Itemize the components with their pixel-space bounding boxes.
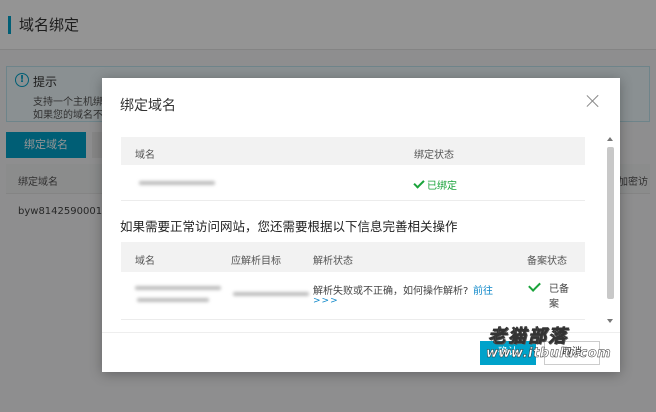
cancel-button[interactable]: 取消	[544, 341, 600, 365]
column-header-domain: 域名	[135, 150, 155, 161]
dialog-footer: 确认 取消	[102, 332, 620, 372]
scroll-down-icon[interactable]	[607, 319, 613, 323]
instruction-text: 如果需要正常访问网站，您还需要根据以下信息完善相关操作	[120, 219, 458, 234]
redacted-domain	[139, 181, 215, 185]
redacted-target	[233, 292, 309, 296]
resolve-info-table: 域名 应解析目标 解析状态 备案状态 解析失败或不正确，如何操作解析? 前往 >…	[121, 242, 585, 320]
table-row: 解析失败或不正确，如何操作解析? 前往 >>> 已备案	[121, 272, 585, 320]
bind-status: 已绑定	[413, 176, 457, 192]
column-header-record-status: 备案状态	[527, 256, 567, 267]
table-header: 域名 应解析目标 解析状态 备案状态	[121, 242, 585, 272]
resolve-status-text: 解析失败或不正确，如何操作解析?	[313, 286, 469, 297]
dialog-title: 绑定域名	[120, 98, 176, 114]
check-icon	[413, 176, 425, 189]
bind-status-table: 域名 绑定状态 已绑定	[121, 137, 585, 201]
column-header-bind-status: 绑定状态	[414, 150, 454, 161]
scrollbar[interactable]	[606, 137, 615, 325]
resolve-guide-arrows[interactable]: >>>	[313, 296, 339, 306]
column-header-target: 应解析目标	[231, 256, 281, 267]
column-header-domain: 域名	[135, 256, 155, 267]
close-icon[interactable]	[584, 92, 602, 110]
bind-domain-dialog: 绑定域名 域名 绑定状态 已绑定 如果需要正常访问网站，您还需要根据以下信息完善…	[102, 78, 620, 372]
scrollbar-thumb[interactable]	[607, 147, 614, 299]
redacted-domain	[137, 298, 209, 302]
column-header-resolve-status: 解析状态	[313, 256, 353, 267]
check-icon	[528, 279, 541, 292]
table-header: 域名 绑定状态	[121, 137, 585, 165]
table-row: 已绑定	[121, 165, 585, 201]
confirm-button[interactable]: 确认	[480, 341, 536, 365]
scroll-up-icon[interactable]	[607, 137, 613, 141]
resolve-guide-link[interactable]: 前往	[473, 282, 493, 297]
record-status-text: 已备案	[549, 284, 569, 310]
redacted-domain	[135, 286, 221, 290]
bind-status-text: 已绑定	[427, 181, 457, 192]
